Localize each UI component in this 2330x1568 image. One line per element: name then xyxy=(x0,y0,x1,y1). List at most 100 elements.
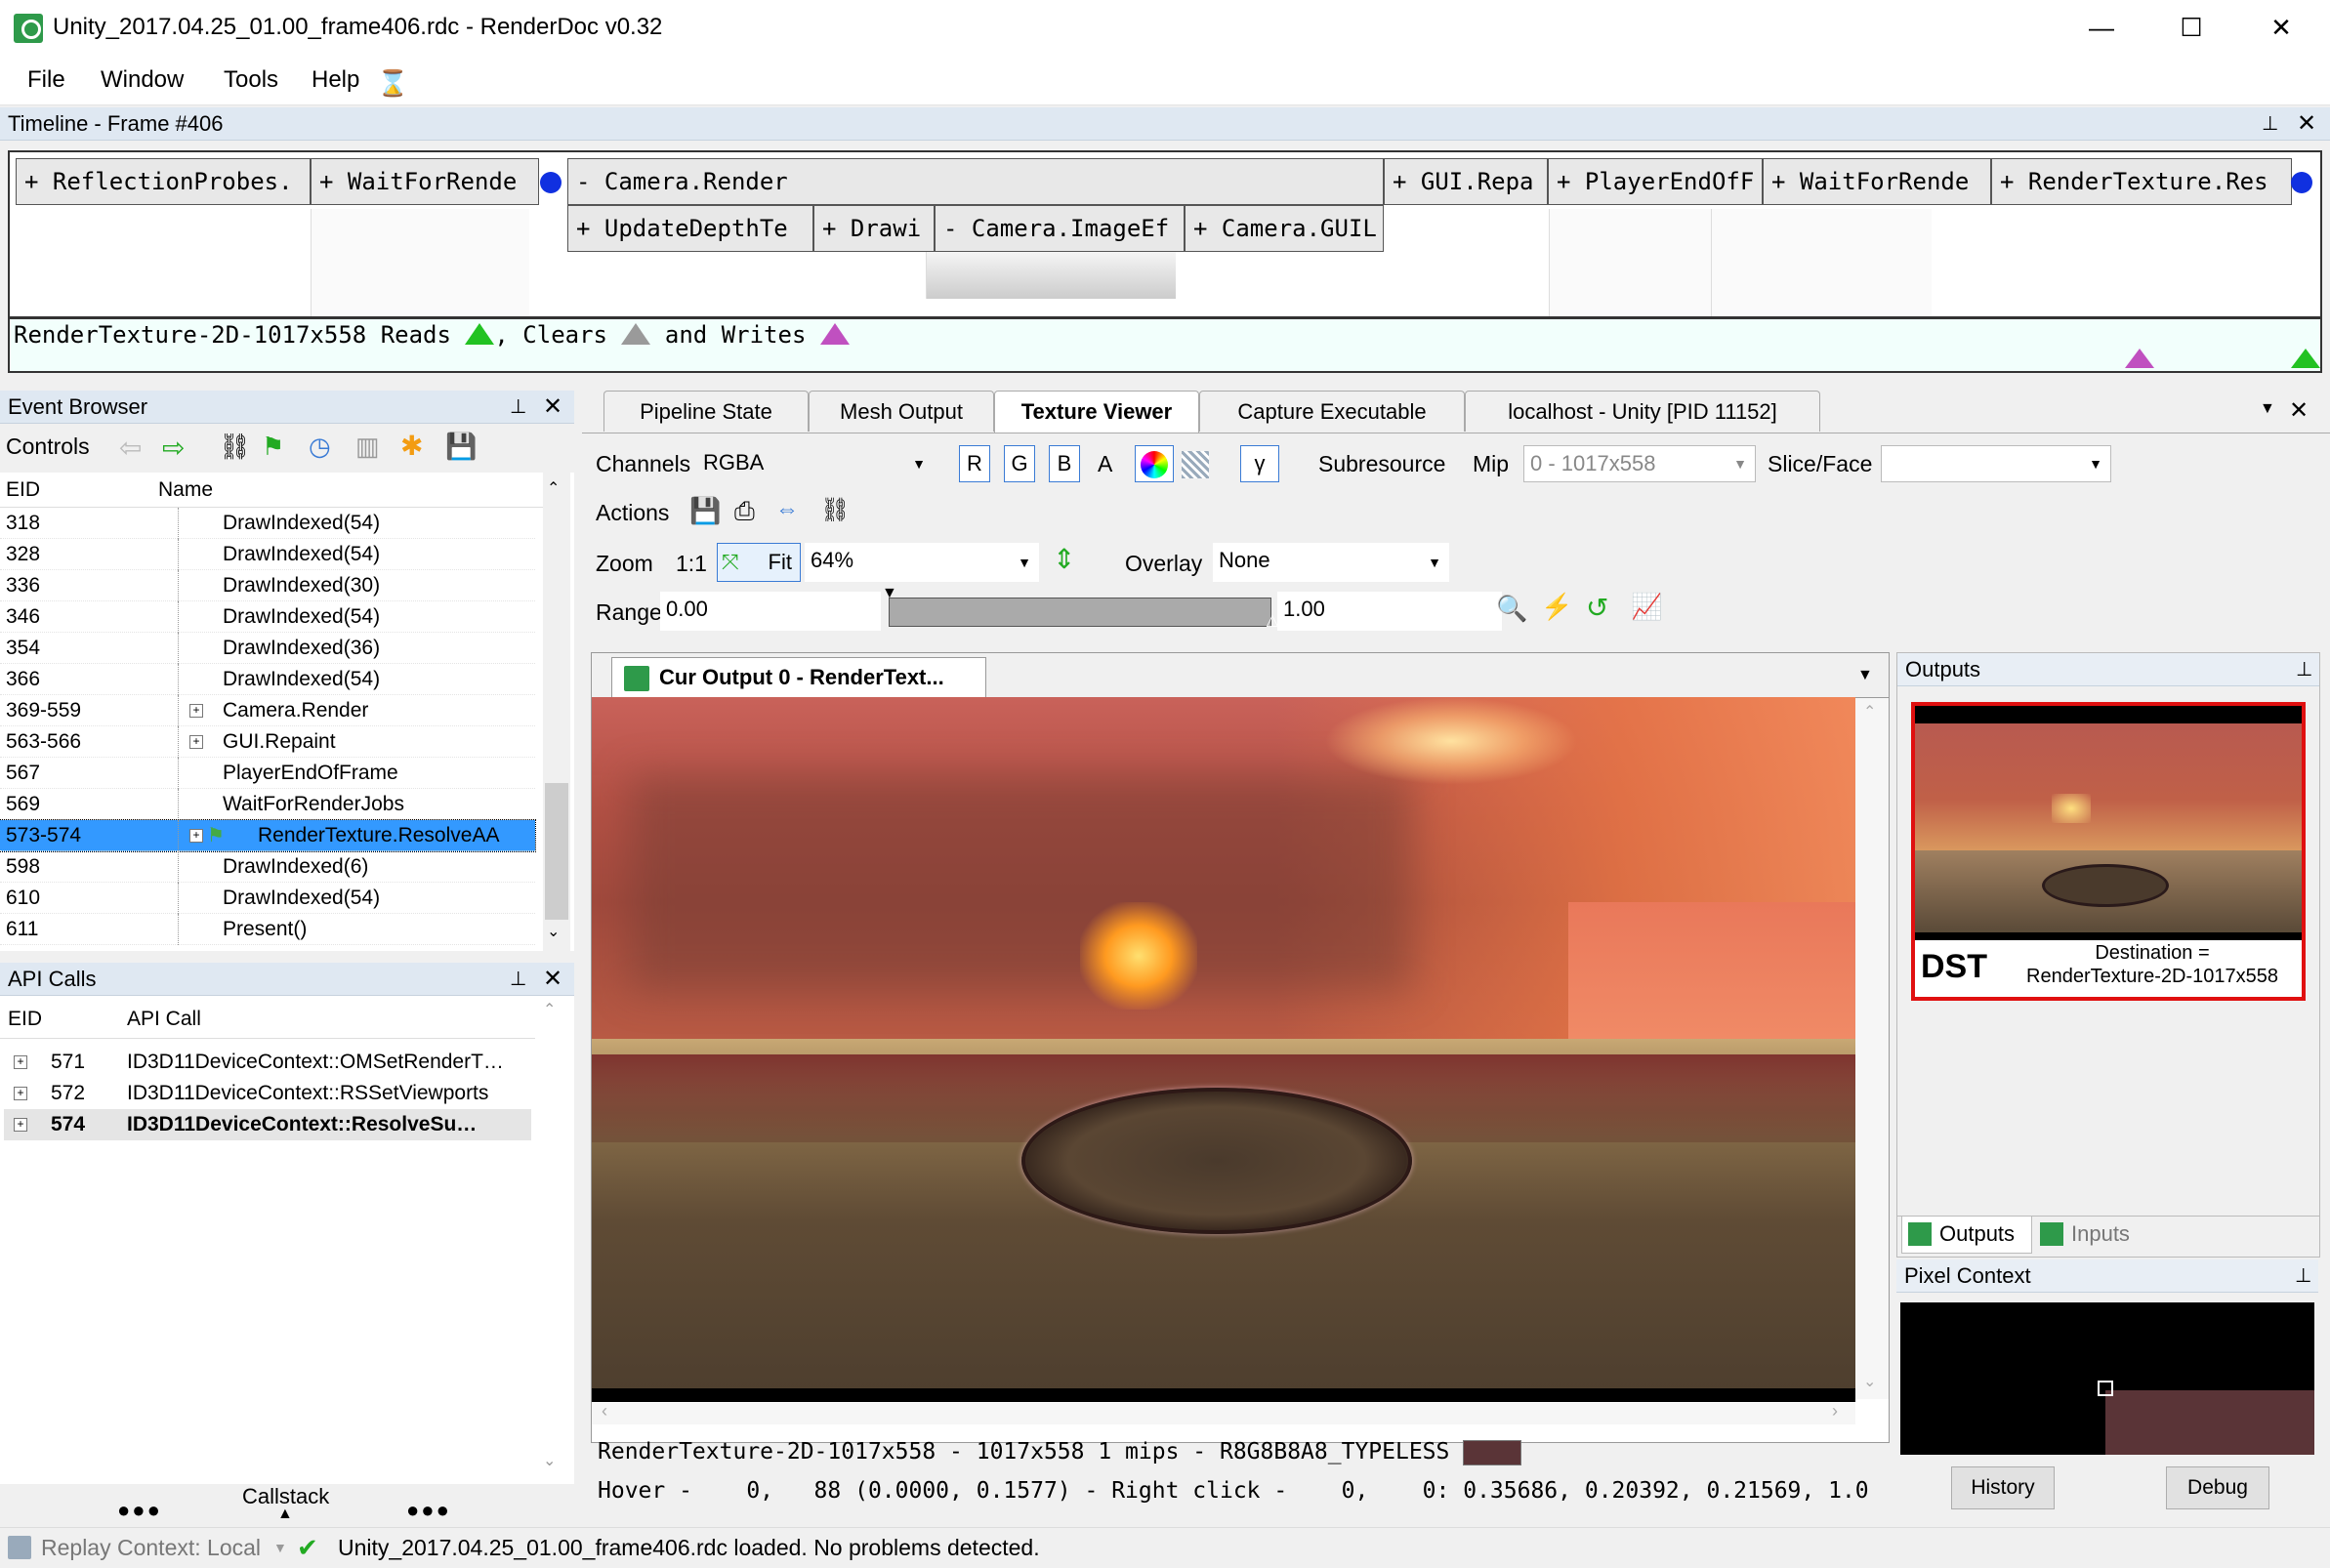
forward-arrow-icon[interactable]: ⇨ xyxy=(162,432,185,464)
timeline-block-player-end-of-frame[interactable]: + PlayerEndOfF xyxy=(1548,158,1763,205)
api-call-row[interactable]: +574 ID3D11DeviceContext::ResolveSu… xyxy=(4,1109,531,1140)
event-row[interactable]: 611 Present() xyxy=(0,914,535,945)
more-dots-icon[interactable]: ●●● xyxy=(406,1498,451,1523)
rendered-texture-image[interactable] xyxy=(592,697,1855,1402)
save-texture-icon[interactable]: 💾 xyxy=(689,496,721,526)
chevron-down-icon[interactable]: ▼ xyxy=(1857,667,1873,684)
event-row[interactable]: 573-574 + ⚑ RenderTexture.ResolveAA xyxy=(0,819,536,852)
timeline-block-camera-image-effects[interactable]: - Camera.ImageEf xyxy=(935,205,1185,252)
expand-icon[interactable]: + xyxy=(189,704,203,718)
maximize-button[interactable]: ☐ xyxy=(2146,0,2236,57)
close-icon[interactable]: ✕ xyxy=(543,963,562,996)
scroll-up-icon[interactable]: ⌃ xyxy=(547,478,560,498)
api-call-row[interactable]: +571 ID3D11DeviceContext::OMSetRenderT… xyxy=(4,1047,531,1078)
back-arrow-icon[interactable]: ⇦ xyxy=(119,432,142,464)
api-call-row[interactable]: +572 ID3D11DeviceContext::RSSetViewports xyxy=(4,1078,531,1109)
close-icon[interactable]: ✕ xyxy=(2289,396,2309,425)
timeline-block-drawing[interactable]: + Drawi xyxy=(813,205,935,252)
goto-location-icon[interactable]: ⇔ xyxy=(775,496,799,523)
pin-icon[interactable]: ⊥ xyxy=(510,963,526,996)
columns-icon[interactable]: ▥ xyxy=(355,432,380,462)
pin-icon[interactable]: ⊥ xyxy=(2296,653,2312,686)
event-row[interactable]: 369-559 + Camera.Render xyxy=(0,695,535,726)
timeline-block-reflection-probes[interactable]: + ReflectionProbes. xyxy=(16,158,311,205)
timeline-view[interactable]: + ReflectionProbes. + WaitForRende - Cam… xyxy=(8,150,2322,318)
chevron-down-icon[interactable]: ▼ xyxy=(273,1528,287,1567)
viewer-vertical-scrollbar[interactable]: ⌃ ⌄ xyxy=(1855,698,1889,1399)
event-row[interactable]: 336 DrawIndexed(30) xyxy=(0,570,535,601)
zoom-search-icon[interactable]: 🔍 xyxy=(1496,594,1527,624)
timeline-block-wait-for-render[interactable]: + WaitForRende xyxy=(311,158,539,205)
timeline-block-update-depth[interactable]: + UpdateDepthTe xyxy=(567,205,813,252)
time-icon[interactable]: ◷ xyxy=(309,432,331,462)
channel-r-toggle[interactable]: R xyxy=(959,445,990,482)
bookmark-icon[interactable]: ⚑ xyxy=(262,432,284,462)
pin-icon[interactable]: ⊥ xyxy=(510,391,526,424)
menu-help[interactable]: Help xyxy=(312,66,359,94)
event-row[interactable]: 318 DrawIndexed(54) xyxy=(0,508,535,539)
save-icon[interactable]: 💾 xyxy=(445,432,477,462)
minimize-button[interactable]: — xyxy=(2057,0,2146,57)
range-max-input[interactable]: 1.00 xyxy=(1277,592,1502,631)
tab-texture-viewer[interactable]: Texture Viewer xyxy=(994,391,1199,433)
channels-select[interactable]: RGBA ▼ xyxy=(697,445,934,482)
find-icon[interactable]: ⛓ xyxy=(219,432,251,462)
range-min-handle[interactable]: ▼ xyxy=(882,585,897,602)
menu-window[interactable]: Window xyxy=(101,66,184,94)
tab-outputs[interactable]: Outputs xyxy=(1901,1217,2032,1254)
collapse-triangle-icon[interactable]: ▲ xyxy=(277,1506,293,1523)
scroll-down-icon[interactable]: ⌄ xyxy=(543,1451,556,1470)
range-slider[interactable]: ▼ △ xyxy=(882,585,1278,629)
checkerboard-icon[interactable] xyxy=(1182,451,1209,478)
tab-list-dropdown-icon[interactable]: ▼ xyxy=(2260,400,2275,418)
scroll-up-icon[interactable]: ⌃ xyxy=(1863,702,1876,722)
scroll-thumb[interactable] xyxy=(545,783,568,920)
expand-icon[interactable]: + xyxy=(14,1055,27,1069)
expand-icon[interactable]: + xyxy=(14,1118,27,1132)
event-row[interactable]: 569 WaitForRenderJobs xyxy=(0,789,535,820)
pixel-context-view[interactable] xyxy=(1900,1302,2314,1455)
zoom-1to1-button[interactable]: 1:1 xyxy=(676,551,707,577)
timeline-block-gui-repaint[interactable]: + GUI.Repa xyxy=(1384,158,1548,205)
channel-g-toggle[interactable]: G xyxy=(1004,445,1035,482)
fit-button[interactable]: ⤧ Fit xyxy=(717,543,801,582)
histogram-icon[interactable]: 📈 xyxy=(1631,592,1662,622)
event-list-scrollbar[interactable]: ⌃ ⌄ xyxy=(543,473,570,951)
pin-icon[interactable]: ⊥ xyxy=(2295,1259,2311,1293)
tab-inputs[interactable]: Inputs xyxy=(2034,1217,2151,1254)
col-api-call[interactable]: API Call xyxy=(127,1008,201,1031)
channel-b-toggle[interactable]: B xyxy=(1049,445,1080,482)
history-button[interactable]: History xyxy=(1951,1466,2055,1509)
flip-vertical-icon[interactable]: ⇕ xyxy=(1053,543,1075,575)
expand-icon[interactable]: + xyxy=(189,735,203,749)
pin-icon[interactable]: ⊥ xyxy=(2262,107,2278,141)
timeline-block-camera-guil[interactable]: + Camera.GUIL xyxy=(1185,205,1384,252)
tab-pipeline-state[interactable]: Pipeline State xyxy=(603,391,809,432)
close-window-button[interactable]: ✕ xyxy=(2236,0,2326,57)
event-row[interactable]: 598 DrawIndexed(6) xyxy=(0,851,535,883)
output-thumbnail-dst[interactable]: DST Destination = RenderTexture-2D-1017x… xyxy=(1911,702,2306,1001)
tab-capture-executable[interactable]: Capture Executable xyxy=(1199,391,1465,432)
event-row[interactable]: 346 DrawIndexed(54) xyxy=(0,601,535,633)
scroll-up-icon[interactable]: ⌃ xyxy=(543,1000,556,1019)
expand-icon[interactable]: + xyxy=(14,1087,27,1100)
col-eid[interactable]: EID xyxy=(6,478,40,502)
view-list-icon[interactable]: ⛓ xyxy=(820,496,850,524)
mip-select[interactable]: 0 - 1017x558 ▼ xyxy=(1523,445,1756,482)
menu-tools[interactable]: Tools xyxy=(224,66,278,94)
range-min-input[interactable]: 0.00 xyxy=(660,592,881,631)
scroll-left-icon[interactable]: ‹ xyxy=(602,1401,607,1422)
col-eid[interactable]: EID xyxy=(8,1008,42,1031)
tab-current-output[interactable]: Cur Output 0 - RenderText... xyxy=(611,657,986,698)
expand-icon[interactable]: + xyxy=(189,829,203,843)
event-row[interactable]: 563-566 + GUI.Repaint xyxy=(0,726,535,758)
event-row[interactable]: 328 DrawIndexed(54) xyxy=(0,539,535,570)
close-icon[interactable]: ✕ xyxy=(2297,107,2316,141)
asterisk-icon[interactable]: ✱ xyxy=(400,430,423,462)
scroll-down-icon[interactable]: ⌄ xyxy=(547,922,560,941)
timeline-block-rendertexture-resolve[interactable]: + RenderTexture.Res xyxy=(1991,158,2292,205)
close-icon[interactable]: ✕ xyxy=(543,391,562,424)
slice-face-select[interactable]: ▼ xyxy=(1881,445,2111,482)
color-picker-icon[interactable] xyxy=(1135,445,1174,482)
tab-localhost-unity[interactable]: localhost - Unity [PID 11152] xyxy=(1465,391,1820,432)
